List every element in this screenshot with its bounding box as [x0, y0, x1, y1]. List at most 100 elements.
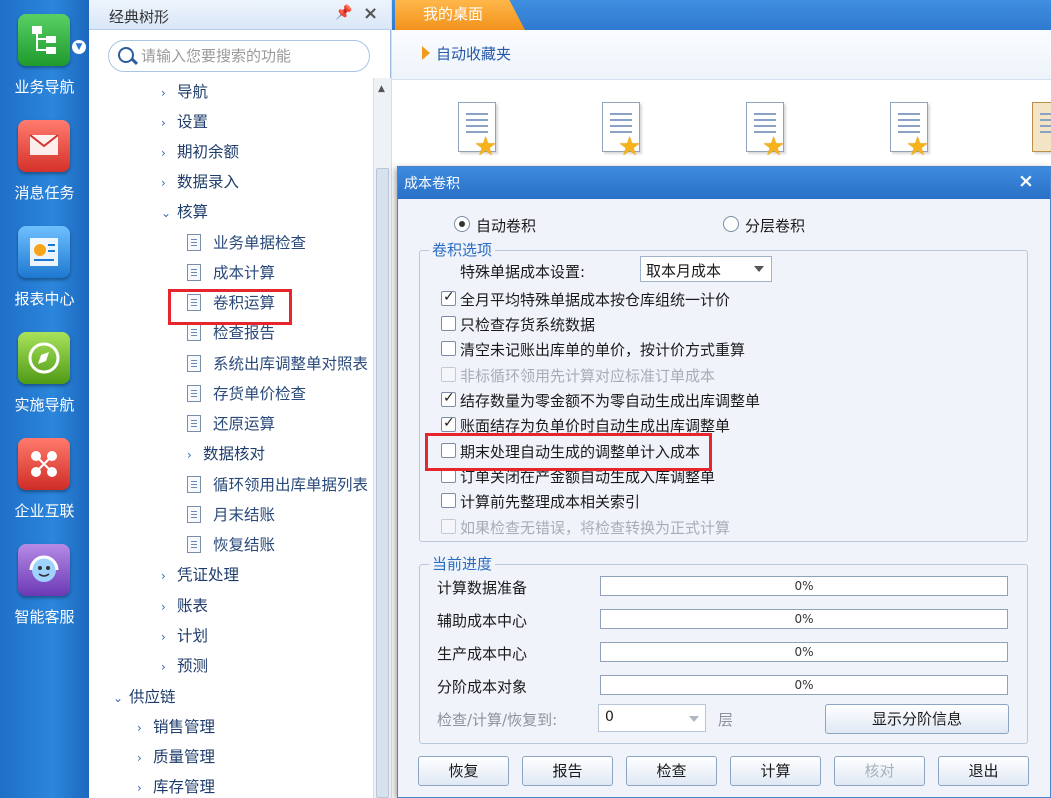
document-icon: [187, 536, 201, 553]
tree-leaf-reopen[interactable]: 恢复结账: [187, 533, 275, 559]
tree-node-forecast[interactable]: › 预测: [161, 654, 208, 680]
favorite-shortcut[interactable]: ★: [882, 102, 930, 160]
tree-scrollbar[interactable]: ▲: [373, 78, 391, 798]
tree-leaf-cycle-list[interactable]: 循环领用出库单据列表: [187, 473, 368, 499]
tree-leaf-month-close[interactable]: 月末结账: [187, 503, 275, 529]
document-icon: [187, 506, 201, 523]
close-icon[interactable]: ×: [1018, 170, 1034, 192]
nav-smart-service[interactable]: 智能客服: [0, 530, 89, 630]
tree-node-label: 成本计算: [213, 264, 276, 282]
chevron-right-icon: ›: [161, 569, 166, 583]
tree-node-sales[interactable]: › 销售管理: [137, 715, 215, 741]
chevron-right-icon: ›: [137, 751, 142, 765]
tree-leaf-restore-calc[interactable]: 还原运算: [187, 412, 275, 438]
nav-label: 业务导航: [14, 78, 75, 96]
nav-enterprise-connect[interactable]: 企业互联: [0, 424, 89, 524]
tree-node-label: 检查报告: [213, 324, 276, 342]
tree-leaf-doc-check[interactable]: 业务单据检查: [187, 231, 306, 257]
option-label-0: 全月平均特殊单据成本按仓库组统一计价: [460, 291, 731, 309]
tree-node-label: 计划: [177, 627, 209, 645]
favorite-shortcut[interactable]: ★: [450, 102, 498, 160]
tree-leaf-cost-calc[interactable]: 成本计算: [187, 261, 275, 287]
tree-node-inventory[interactable]: › 库存管理: [137, 775, 215, 798]
progress-bar-3: 0%: [600, 675, 1008, 695]
special-cost-select[interactable]: 取本月成本: [640, 256, 772, 282]
special-cost-value: 取本月成本: [646, 262, 722, 280]
favorite-shortcut[interactable]: ★: [594, 102, 642, 160]
search-input[interactable]: [141, 45, 361, 67]
tree-node-label: 核算: [177, 203, 209, 221]
tree-leaf-outbound-adjust[interactable]: 系统出库调整单对照表: [187, 352, 368, 378]
tab-bar: 我的桌面: [392, 0, 1051, 30]
pin-icon[interactable]: 📌: [335, 5, 352, 23]
document-icon: [187, 324, 201, 341]
function-tree-panel: 经典树形 📌 × ›导航 ›设置 ›期初余额 ›数据录入 ⌄核算 业务单据检查 …: [89, 0, 391, 798]
envelope-icon: [18, 120, 70, 172]
option-checkbox-5[interactable]: [441, 415, 456, 432]
tree-node-reports[interactable]: › 账表: [161, 594, 208, 620]
nav-implementation-guide[interactable]: 实施导航: [0, 318, 89, 418]
tree-node-voucher[interactable]: › 凭证处理: [161, 563, 239, 589]
tree-node-label: 数据核对: [203, 445, 266, 463]
tree-node-label: 业务单据检查: [213, 234, 307, 252]
scroll-thumb[interactable]: [376, 168, 389, 798]
favorite-shortcut[interactable]: [1026, 102, 1051, 160]
tree-node-plan[interactable]: › 计划: [161, 624, 208, 650]
option-label-1: 只检查存货系统数据: [460, 316, 596, 334]
nav-business-guide[interactable]: ▼ 业务导航: [0, 0, 89, 100]
module-bar: ▼ 业务导航 消息任务 报表中心 实施导航 企业互联 智能客服: [0, 0, 89, 798]
tree-node-settings[interactable]: › 设置: [161, 110, 208, 136]
star-icon: ★: [906, 132, 930, 162]
nav-message-task[interactable]: 消息任务: [0, 106, 89, 206]
tree-node-data-verify[interactable]: › 数据核对: [187, 442, 265, 468]
document-icon: [187, 264, 201, 281]
show-layer-info-button[interactable]: 显示分阶信息: [825, 704, 1009, 734]
tree-node-accounting[interactable]: ⌄ 核算: [161, 200, 208, 226]
option-checkbox-1[interactable]: [441, 316, 456, 331]
option-checkbox-0[interactable]: [441, 289, 456, 306]
radio-auto-rollup[interactable]: [454, 216, 470, 232]
close-icon[interactable]: ×: [363, 3, 378, 24]
tree-node-label: 设置: [177, 113, 209, 131]
calculate-button[interactable]: 计算: [730, 756, 821, 786]
option-checkbox-4[interactable]: [441, 390, 456, 407]
restore-button[interactable]: 恢复: [418, 756, 509, 786]
document-icon: [187, 476, 201, 493]
tree-node-opening-balance[interactable]: › 期初余额: [161, 140, 239, 166]
option-label-2: 清空未记账出库单的单价，按计价方式重算: [460, 341, 746, 359]
tab-my-desktop[interactable]: 我的桌面: [395, 0, 525, 30]
option-checkbox-3: [441, 367, 456, 382]
tree-node-label: 循环领用出库单据列表: [213, 476, 369, 494]
chevron-right-icon: ›: [161, 146, 166, 160]
progress-label-0: 计算数据准备: [437, 579, 528, 597]
search-box[interactable]: [108, 40, 370, 72]
search-icon[interactable]: [118, 47, 134, 63]
tree-node-label: 账表: [177, 597, 209, 615]
document-icon: [1032, 102, 1051, 152]
tree-node-data-entry[interactable]: › 数据录入: [161, 170, 239, 196]
tree-node-supply-chain[interactable]: ⌄ 供应链: [113, 685, 176, 711]
option-checkbox-9: [441, 519, 456, 534]
service-icon: [18, 544, 70, 596]
chevron-down-icon: ⌄: [113, 691, 124, 705]
favorite-shortcut[interactable]: ★: [738, 102, 786, 160]
tree-leaf-price-check[interactable]: 存货单价检查: [187, 382, 306, 408]
scroll-up-icon[interactable]: ▲: [378, 84, 385, 94]
check-button[interactable]: 检查: [626, 756, 717, 786]
favorites-title: 自动收藏夹: [436, 45, 512, 63]
report-button[interactable]: 报告: [522, 756, 613, 786]
radio-layer-rollup[interactable]: [723, 216, 739, 232]
dialog-titlebar: 成本卷积 ×: [398, 167, 1050, 199]
verify-button: 核对: [834, 756, 925, 786]
chevron-right-icon: ›: [137, 781, 142, 795]
tree-node-navigation[interactable]: › 导航: [161, 80, 208, 106]
option-checkbox-8[interactable]: [441, 493, 456, 508]
chevron-right-icon: ›: [187, 448, 192, 462]
chevron-down-icon[interactable]: ▼: [72, 40, 86, 54]
exit-button[interactable]: 退出: [938, 756, 1029, 786]
document-icon: [187, 355, 201, 372]
option-checkbox-2[interactable]: [441, 341, 456, 356]
tree-node-quality[interactable]: › 质量管理: [137, 745, 215, 771]
option-label-4: 结存数量为零金额不为零自动生成出库调整单: [460, 392, 761, 410]
nav-report-center[interactable]: 报表中心: [0, 212, 89, 312]
